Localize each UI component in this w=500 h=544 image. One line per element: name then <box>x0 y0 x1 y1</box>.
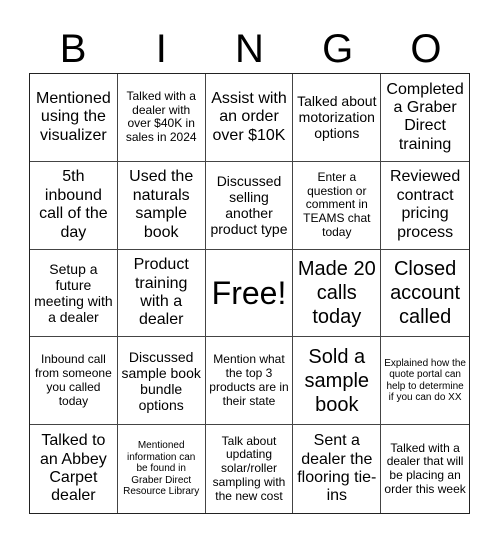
bingo-cell-text: Setup a future meeting with a dealer <box>34 260 113 326</box>
bingo-cell-text: Talked with a dealer with over $40K in s… <box>125 88 197 145</box>
bingo-cell[interactable]: Setup a future meeting with a dealer <box>30 249 118 338</box>
bingo-cell-text: Mention what the top 3 products are in t… <box>209 352 289 408</box>
bingo-cell[interactable]: Reviewed contract pricing process <box>381 162 469 250</box>
bingo-cell-text: Enter a question or comment in TEAMS cha… <box>303 169 371 239</box>
bingo-cell[interactable]: Talked to an Abbey Carpet dealer <box>30 425 118 513</box>
bingo-cell-text: Sold a sample book <box>304 345 370 416</box>
bingo-cell-text: Talk about updating solar/roller samplin… <box>212 433 286 503</box>
bingo-cell-text: Explained how the quote portal can help … <box>384 357 466 404</box>
bingo-cell[interactable]: Sent a dealer the flooring tie-ins <box>293 425 382 513</box>
header-letter-n: N <box>235 27 264 71</box>
bingo-cell-text: Inbound call from someone you called tod… <box>35 352 112 408</box>
bingo-cell-text: Made 20 calls today <box>297 257 376 328</box>
bingo-cell[interactable]: Talked with a dealer that will be placin… <box>381 425 469 513</box>
bingo-cell[interactable]: Talked about motorization options <box>293 74 382 162</box>
bingo-cell[interactable]: Used the naturals sample book <box>117 161 206 250</box>
bingo-cell[interactable]: Discussed selling another product type <box>205 161 294 250</box>
bingo-cell[interactable]: Enter a question or comment in TEAMS cha… <box>293 161 382 250</box>
bingo-cell[interactable]: 5th inbound call of the day <box>30 161 118 250</box>
bingo-cell[interactable]: Talked with a dealer with over $40K in s… <box>117 74 206 162</box>
bingo-cell-text: Mentioned using the visualizer <box>36 89 111 144</box>
bingo-cell-text: Used the naturals sample book <box>129 168 194 241</box>
header-letter-g: G <box>322 27 354 71</box>
bingo-cell[interactable]: Mentioned using the visualizer <box>30 74 118 162</box>
bingo-cell[interactable]: Sold a sample book <box>293 337 382 426</box>
header-letter-i: I <box>155 27 167 71</box>
bingo-cell-text: Free! <box>211 274 287 311</box>
header-letter-b: B <box>59 27 87 71</box>
bingo-cell-text: 5th inbound call of the day <box>39 168 108 241</box>
bingo-cell[interactable]: Mentioned information can be found in Gr… <box>118 425 206 513</box>
bingo-cell-text: Talked to an Abbey Carpet dealer <box>40 432 107 505</box>
bingo-cell[interactable]: Assist with an order over $10K <box>205 74 294 162</box>
bingo-cell-text: Closed account called <box>390 257 461 328</box>
header-letter-o: O <box>410 27 442 71</box>
bingo-card-grid: Mentioned using the visualizer Talked wit… <box>29 73 470 514</box>
bingo-cell[interactable]: Completed a Graber Direct training <box>381 74 469 162</box>
bingo-cell[interactable]: Talk about updating solar/roller samplin… <box>206 425 294 513</box>
bingo-header: B I N G O <box>29 26 470 72</box>
bingo-cell-text: Reviewed contract pricing process <box>389 168 461 241</box>
bingo-cell[interactable]: Mention what the top 3 products are in t… <box>205 337 294 426</box>
bingo-cell-text: Assist with an order over $10K <box>211 89 287 144</box>
bingo-cell[interactable]: Inbound call from someone you called tod… <box>30 337 118 426</box>
bingo-cell-text: Product training with a dealer <box>133 256 189 329</box>
bingo-cell-text: Completed a Graber Direct training <box>386 80 464 153</box>
bingo-cell[interactable]: Explained how the quote portal can help … <box>381 337 469 426</box>
bingo-cell-text: Talked about motorization options <box>297 93 377 142</box>
bingo-cell[interactable]: Closed account called <box>381 250 469 338</box>
bingo-cell[interactable]: Discussed sample book bundle options <box>117 337 206 426</box>
free-space-cell[interactable]: Free! <box>205 249 294 338</box>
bingo-cell-text: Discussed selling another product type <box>210 173 288 238</box>
bingo-cell[interactable]: Product training with a dealer <box>117 249 206 338</box>
bingo-cell[interactable]: Made 20 calls today <box>293 249 382 338</box>
bingo-cell-text: Sent a dealer the flooring tie-ins <box>297 432 377 505</box>
bingo-cell-text: Discussed sample book bundle options <box>121 348 201 413</box>
bingo-cell-text: Talked with a dealer that will be placin… <box>384 440 466 496</box>
bingo-cell-text: Mentioned information can be found in Gr… <box>123 440 200 498</box>
